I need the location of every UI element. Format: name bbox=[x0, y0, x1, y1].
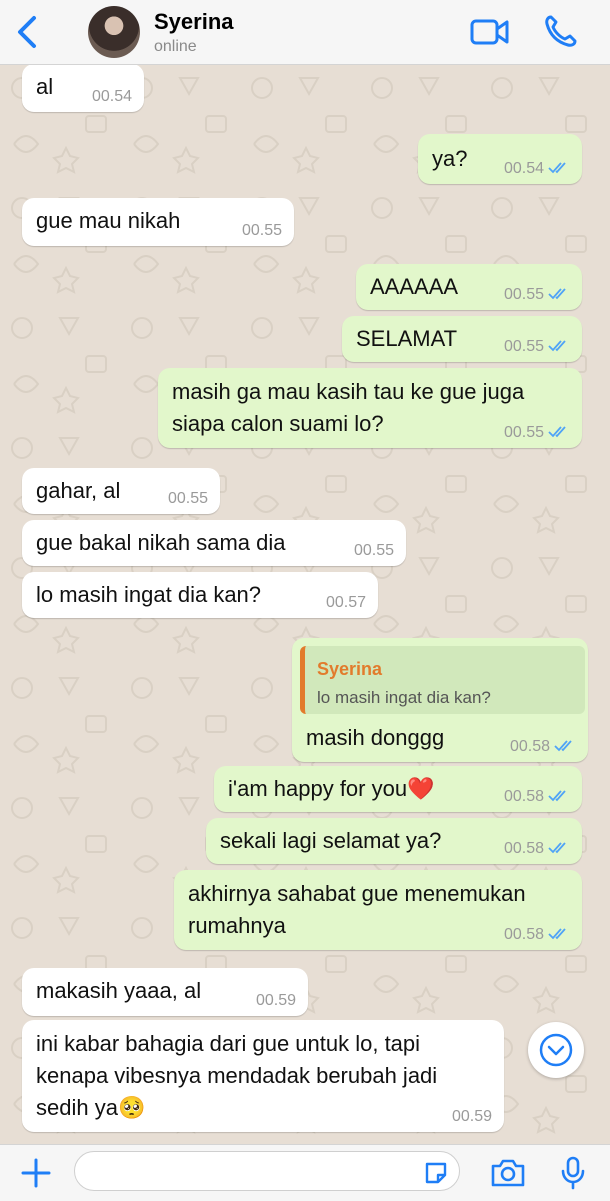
message-time: 00.58 bbox=[503, 926, 544, 943]
message-text: makasih yaaa, al bbox=[36, 978, 202, 1003]
message-text-line: kenapa vibesnya mendadak berubah jadi bbox=[36, 1063, 438, 1088]
message-text: ya? bbox=[432, 146, 468, 171]
message-text: sekali lagi selamat ya? bbox=[220, 828, 442, 853]
double-check-icon bbox=[548, 790, 566, 802]
microphone-icon bbox=[561, 1156, 585, 1190]
message-time: 00.55 bbox=[503, 286, 544, 303]
voice-call-button[interactable] bbox=[542, 14, 578, 50]
pleading-face-emoji: 🥺 bbox=[117, 1095, 146, 1120]
message-incoming[interactable]: gahar, al 00.55 bbox=[22, 468, 220, 514]
message-text: masih donggg bbox=[306, 725, 445, 750]
sticker-icon bbox=[425, 1162, 447, 1184]
heart-emoji: ❤️ bbox=[407, 776, 435, 801]
double-check-icon bbox=[548, 340, 566, 352]
attach-button[interactable] bbox=[20, 1157, 52, 1189]
phone-icon bbox=[545, 15, 577, 47]
message-meta: 00.58 bbox=[504, 788, 570, 806]
message-incoming[interactable]: gue bakal nikah sama dia 00.55 bbox=[22, 520, 406, 566]
message-text-line: rumahnya bbox=[188, 913, 286, 938]
message-meta: 00.58 bbox=[504, 840, 570, 858]
chevron-down-icon bbox=[539, 1033, 573, 1067]
chevron-left-icon bbox=[18, 16, 36, 48]
avatar[interactable] bbox=[88, 6, 140, 58]
message-outgoing[interactable]: ya? 00.54 bbox=[418, 134, 582, 184]
message-outgoing[interactable]: SELAMAT 00.55 bbox=[342, 316, 582, 362]
plus-icon bbox=[21, 1158, 51, 1188]
composer-bar bbox=[0, 1144, 610, 1201]
chat-header: Syerina online bbox=[0, 0, 610, 65]
message-time: 00.58 bbox=[509, 738, 550, 755]
message-time: 00.58 bbox=[503, 840, 544, 857]
quoted-author: Syerina bbox=[317, 659, 383, 679]
double-check-icon bbox=[548, 842, 566, 854]
message-outgoing[interactable]: sekali lagi selamat ya? 00.58 bbox=[206, 818, 582, 864]
message-time: 00.55 bbox=[241, 222, 282, 239]
double-check-icon bbox=[554, 740, 572, 752]
message-text-line: siapa calon suami lo? bbox=[172, 411, 384, 436]
message-time: 00.54 bbox=[503, 160, 544, 177]
message-text-line: ini kabar bahagia dari gue untuk lo, tap… bbox=[36, 1031, 421, 1056]
message-incoming[interactable]: gue mau nikah 00.55 bbox=[22, 198, 294, 246]
message-text: gue bakal nikah sama dia bbox=[36, 530, 286, 555]
message-input[interactable] bbox=[74, 1151, 460, 1191]
message-list[interactable]: al 00.54 ya? 00.54 gue mau nikah 00.55 A… bbox=[0, 64, 610, 1144]
message-outgoing[interactable]: akhirnya sahabat gue menemukan rumahnya … bbox=[174, 870, 582, 950]
double-check-icon bbox=[548, 928, 566, 940]
message-text-wrap: i'am happy for you❤️ bbox=[228, 773, 434, 804]
message-meta: 00.58 bbox=[504, 926, 570, 944]
message-meta: 00.54 bbox=[504, 160, 570, 178]
microphone-button[interactable] bbox=[560, 1155, 586, 1191]
message-time: 00.55 bbox=[503, 424, 544, 441]
message-incoming[interactable]: makasih yaaa, al 00.59 bbox=[22, 968, 308, 1016]
message-outgoing[interactable]: AAAAAA 00.55 bbox=[356, 264, 582, 310]
message-incoming[interactable]: lo masih ingat dia kan? 00.57 bbox=[22, 572, 378, 618]
message-meta: 00.55 bbox=[504, 286, 570, 304]
message-meta: 00.58 bbox=[510, 738, 576, 756]
quoted-text: lo masih ingat dia kan? bbox=[317, 688, 491, 707]
message-text: i'am happy for you bbox=[228, 776, 408, 801]
message-incoming[interactable]: al 00.54 bbox=[22, 64, 144, 112]
camera-icon bbox=[491, 1159, 525, 1187]
message-time: 00.59 bbox=[451, 1108, 492, 1125]
message-time: 00.58 bbox=[503, 788, 544, 805]
message-text: AAAAAA bbox=[370, 274, 459, 299]
video-call-button[interactable] bbox=[470, 16, 510, 48]
double-check-icon bbox=[548, 426, 566, 438]
sticker-button[interactable] bbox=[424, 1161, 448, 1185]
message-outgoing[interactable]: masih ga mau kasih tau ke gue juga siapa… bbox=[158, 368, 582, 448]
message-text-last-line: sedih ya🥺 bbox=[36, 1092, 145, 1123]
message-incoming[interactable]: ini kabar bahagia dari gue untuk lo, tap… bbox=[22, 1020, 504, 1132]
message-meta: 00.55 bbox=[504, 338, 570, 356]
message-time: 00.55 bbox=[353, 542, 394, 559]
message-text: al bbox=[36, 74, 54, 99]
video-camera-icon bbox=[470, 19, 509, 45]
double-check-icon bbox=[548, 162, 566, 174]
message-meta: 00.55 bbox=[504, 424, 570, 442]
contact-status: online bbox=[154, 38, 197, 55]
scroll-to-bottom-button[interactable] bbox=[528, 1022, 584, 1078]
double-check-icon bbox=[548, 288, 566, 300]
message-time: 00.55 bbox=[503, 338, 544, 355]
message-text: gue mau nikah bbox=[36, 208, 181, 233]
quoted-message[interactable]: Syerina lo masih ingat dia kan? bbox=[300, 646, 585, 714]
message-time: 00.59 bbox=[255, 992, 296, 1009]
message-time: 00.57 bbox=[325, 594, 366, 611]
message-text-line: sedih ya bbox=[36, 1095, 118, 1120]
message-text: lo masih ingat dia kan? bbox=[36, 582, 262, 607]
message-outgoing[interactable]: i'am happy for you❤️ 00.58 bbox=[214, 766, 582, 812]
message-text-line: masih ga mau kasih tau ke gue juga bbox=[172, 379, 525, 404]
back-button[interactable] bbox=[14, 14, 44, 50]
message-outgoing-reply[interactable]: Syerina lo masih ingat dia kan? masih do… bbox=[292, 638, 588, 762]
camera-button[interactable] bbox=[490, 1157, 526, 1189]
message-text-line: akhirnya sahabat gue menemukan bbox=[188, 881, 526, 906]
message-time: 00.54 bbox=[91, 88, 132, 105]
contact-name[interactable]: Syerina bbox=[154, 9, 234, 35]
message-time: 00.55 bbox=[167, 490, 208, 507]
message-text: SELAMAT bbox=[356, 326, 458, 351]
message-text: gahar, al bbox=[36, 478, 121, 503]
